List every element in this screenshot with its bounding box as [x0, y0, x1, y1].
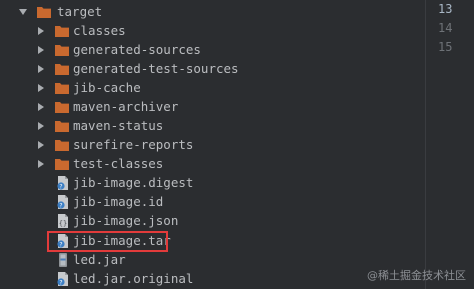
chevron-right-icon[interactable] [36, 102, 46, 112]
svg-text:?: ? [59, 202, 62, 209]
tree-row-folder[interactable]: generated-test-sources [0, 59, 425, 78]
folder-icon [55, 159, 69, 170]
tree-row-file[interactable]: {} jib-image.json [0, 211, 425, 230]
tree-label: jib-cache [73, 80, 141, 95]
highlight-box [47, 231, 168, 252]
tree-row-folder[interactable]: generated-sources [0, 40, 425, 59]
tree-row-file[interactable]: ? led.jar.original [0, 269, 425, 288]
tree-label: surefire-reports [73, 137, 194, 152]
chevron-right-icon[interactable] [36, 140, 46, 150]
unknown-file-icon: ? [57, 176, 68, 190]
folder-icon [55, 121, 69, 132]
line-number: 14 [438, 21, 453, 35]
tree-row-file[interactable]: ? jib-image.digest [0, 173, 425, 192]
tree-label: test-classes [73, 156, 164, 171]
tree-label: classes [73, 23, 126, 38]
tree-row-folder[interactable]: maven-archiver [0, 97, 425, 116]
editor-gutter: 13 14 15 [426, 0, 474, 289]
tree-row-file[interactable]: led.jar [0, 250, 425, 269]
tree-label: maven-archiver [73, 99, 179, 114]
project-tree-panel: target classes generated-sources generat… [0, 0, 426, 289]
folder-icon [55, 83, 69, 94]
json-file-icon: {} [58, 214, 68, 228]
tree-row-folder[interactable]: test-classes [0, 154, 425, 173]
tree-label: maven-status [73, 118, 164, 133]
chevron-right-icon[interactable] [36, 121, 46, 131]
svg-text:{}: {} [59, 220, 67, 228]
tree-row-folder[interactable]: jib-cache [0, 78, 425, 97]
unknown-file-icon: ? [57, 272, 68, 286]
folder-icon [55, 140, 69, 151]
tree-label: generated-test-sources [73, 61, 239, 76]
tree-row-folder[interactable]: surefire-reports [0, 135, 425, 154]
tree-row-file[interactable]: ? jib-image.id [0, 192, 425, 211]
unknown-file-icon: ? [57, 195, 68, 209]
tree-row-folder[interactable]: maven-status [0, 116, 425, 135]
tree-row-folder[interactable]: classes [0, 21, 425, 40]
line-number: 15 [438, 40, 453, 54]
tree-label: jib-image.id [73, 194, 164, 209]
folder-icon [55, 102, 69, 113]
svg-text:?: ? [59, 279, 62, 286]
svg-text:?: ? [59, 183, 62, 190]
jar-file-icon [59, 253, 67, 267]
chevron-right-icon[interactable] [36, 64, 46, 74]
folder-icon [37, 7, 51, 18]
folder-icon [55, 45, 69, 56]
tree-row-target[interactable]: target [0, 2, 425, 21]
chevron-right-icon[interactable] [36, 45, 46, 55]
tree-label: jib-image.digest [73, 175, 194, 190]
tree-label: generated-sources [73, 42, 201, 57]
tree-label: led.jar.original [73, 271, 194, 286]
watermark-text: @稀土掘金技术社区 [367, 269, 466, 282]
tree-label: led.jar [73, 252, 126, 267]
chevron-down-icon[interactable] [18, 7, 28, 17]
chevron-right-icon[interactable] [36, 26, 46, 36]
folder-icon [55, 26, 69, 37]
chevron-right-icon[interactable] [36, 83, 46, 93]
chevron-right-icon[interactable] [36, 159, 46, 169]
tree-label: jib-image.json [73, 213, 179, 228]
line-number: 13 [438, 2, 453, 16]
folder-icon [55, 64, 69, 75]
tree-label-target: target [57, 4, 103, 19]
